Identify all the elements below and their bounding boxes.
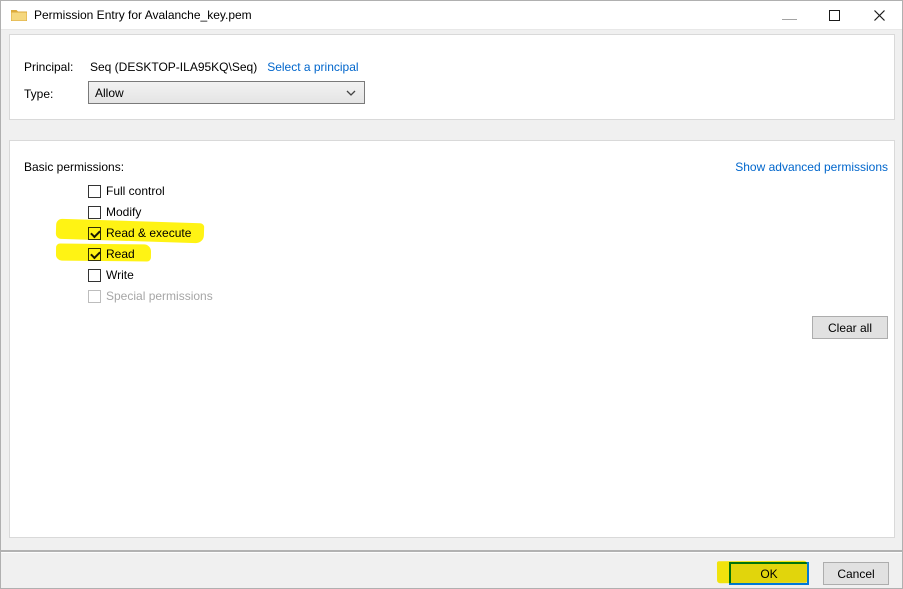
ok-button[interactable]: OK (729, 562, 809, 585)
window-controls (767, 1, 902, 29)
checkbox-row-full-control[interactable]: Full control (88, 185, 213, 198)
checkbox-row-modify[interactable]: Modify (88, 206, 213, 219)
minimize-button[interactable] (767, 1, 812, 29)
basic-permissions-label: Basic permissions: (24, 160, 124, 174)
minimize-icon (782, 19, 797, 20)
principal-type-panel: Principal: Seq (DESKTOP-ILA95KQ\Seq) Sel… (9, 34, 895, 120)
checkbox-row-read-execute[interactable]: Read & execute (88, 227, 213, 240)
checkbox-row-read[interactable]: Read (88, 248, 213, 261)
cancel-button[interactable]: Cancel (823, 562, 889, 585)
checkbox-row-write[interactable]: Write (88, 269, 213, 282)
principal-row: Principal: Seq (DESKTOP-ILA95KQ\Seq) Sel… (24, 60, 359, 74)
checkbox-icon (88, 290, 101, 303)
checkbox-icon[interactable] (88, 227, 101, 240)
permissions-list: Full control Modify Read & execute Read … (88, 185, 213, 311)
maximize-button[interactable] (812, 1, 857, 29)
chevron-down-icon (346, 90, 356, 96)
clear-all-button[interactable]: Clear all (812, 316, 888, 339)
type-row: Type: (24, 87, 90, 101)
principal-label: Principal: (24, 60, 90, 74)
maximize-icon (829, 10, 840, 21)
checkbox-icon[interactable] (88, 185, 101, 198)
checkbox-icon[interactable] (88, 206, 101, 219)
select-principal-link[interactable]: Select a principal (267, 60, 358, 74)
checkbox-icon[interactable] (88, 269, 101, 282)
basic-permissions-panel: Basic permissions: Show advanced permiss… (9, 140, 895, 538)
type-label: Type: (24, 87, 90, 101)
close-icon (874, 10, 885, 21)
principal-value: Seq (DESKTOP-ILA95KQ\Seq) (90, 60, 257, 74)
titlebar: Permission Entry for Avalanche_key.pem (1, 1, 902, 30)
close-button[interactable] (857, 1, 902, 29)
footer-divider (1, 550, 902, 553)
show-advanced-permissions-link[interactable]: Show advanced permissions (735, 160, 888, 174)
checkbox-row-special-permissions: Special permissions (88, 290, 213, 303)
checkbox-icon[interactable] (88, 248, 101, 261)
permission-entry-dialog: Permission Entry for Avalanche_key.pem P… (0, 0, 903, 589)
folder-icon (11, 8, 27, 22)
type-dropdown-value: Allow (95, 86, 124, 100)
window-title: Permission Entry for Avalanche_key.pem (34, 8, 252, 22)
type-dropdown[interactable]: Allow (88, 81, 365, 104)
